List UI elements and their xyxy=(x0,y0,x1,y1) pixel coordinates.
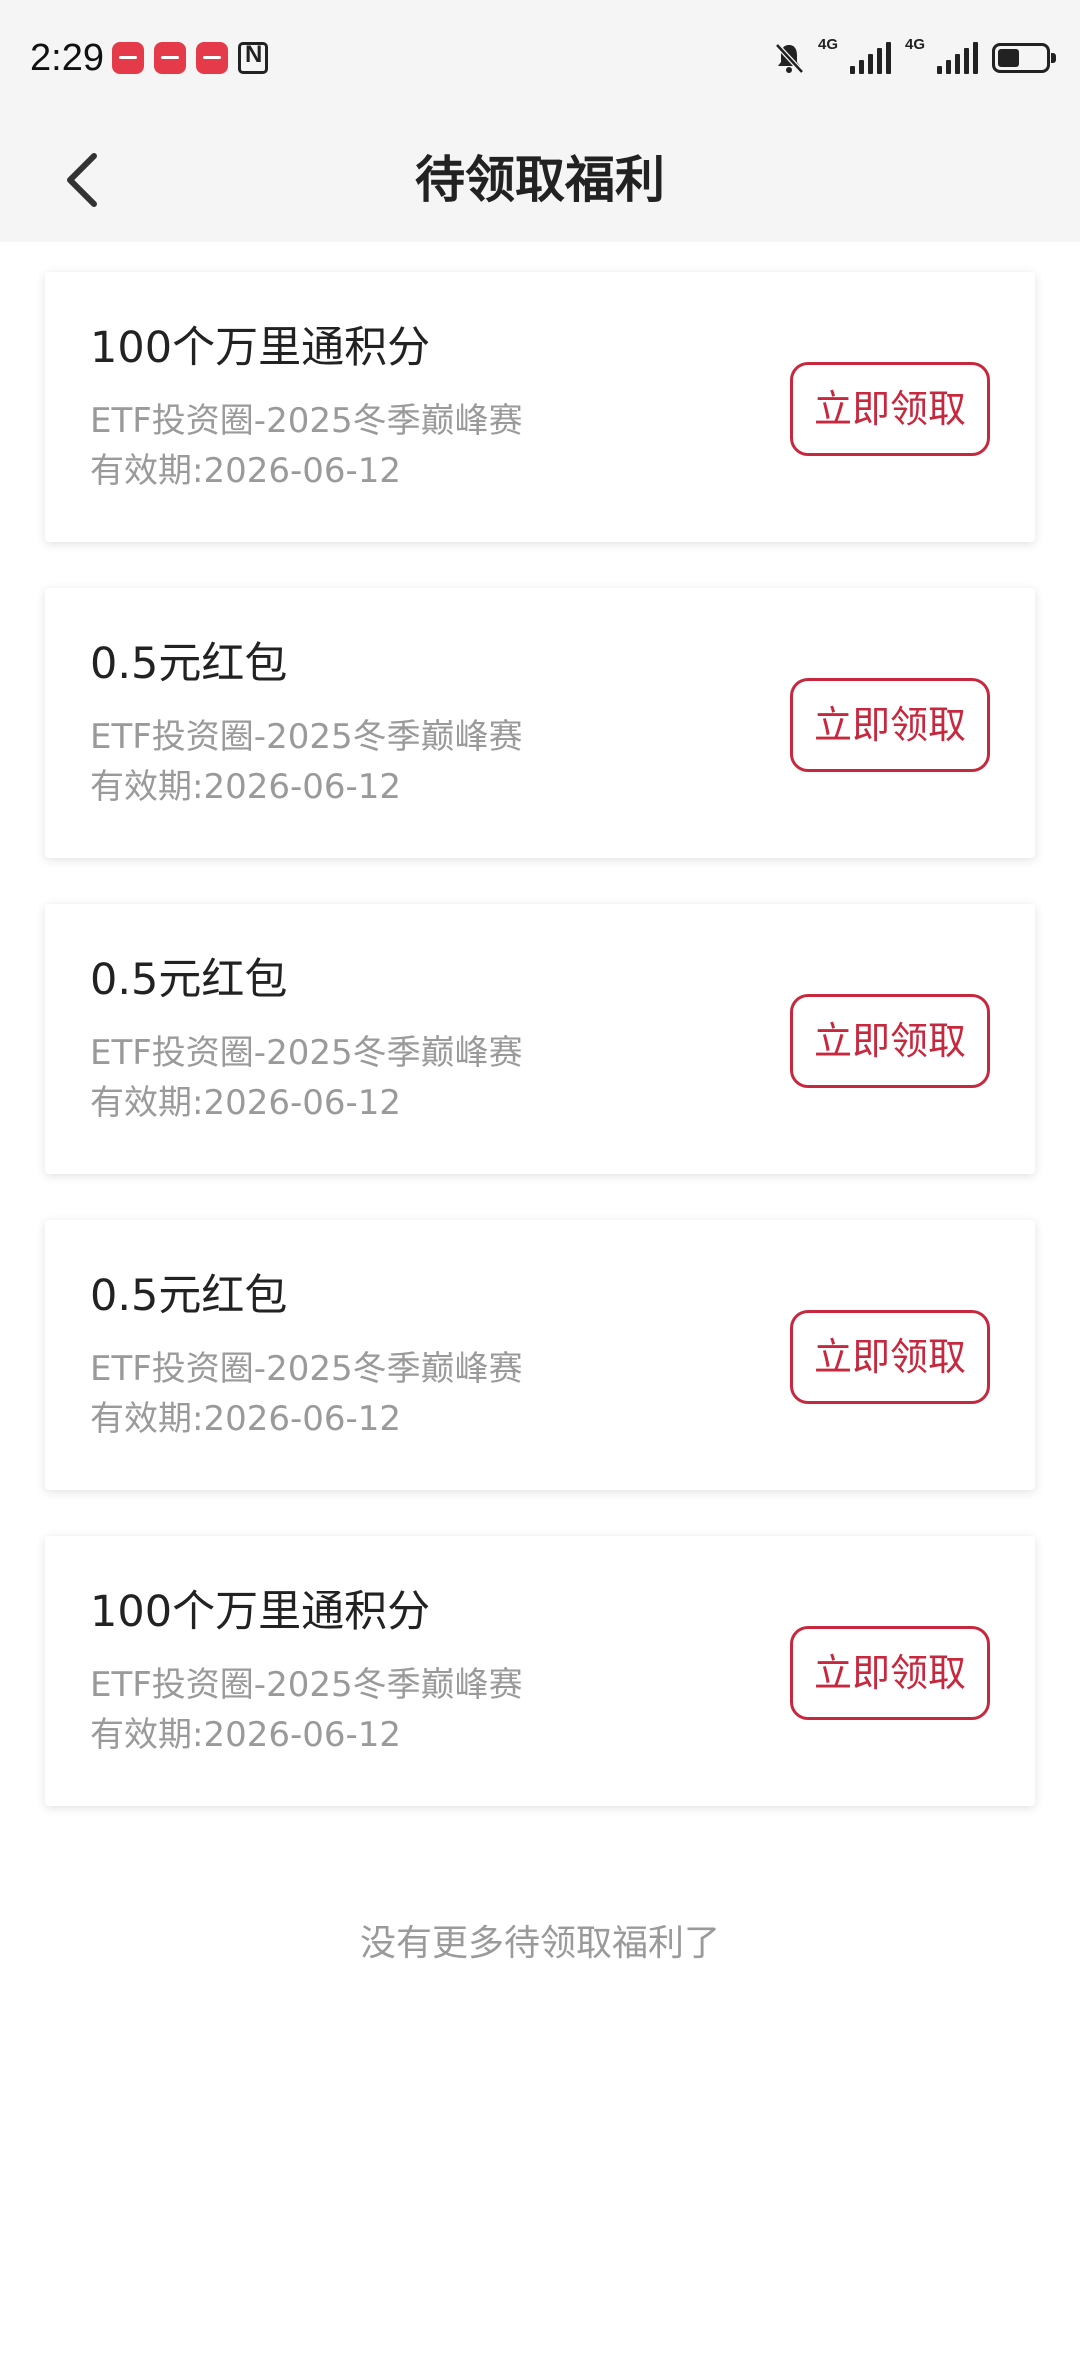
signal-icon: 4G xyxy=(905,36,978,74)
claim-button[interactable]: 立即领取 xyxy=(790,1310,990,1404)
reward-title: 0.5元红包 xyxy=(90,639,288,689)
app-notification-icon xyxy=(154,42,186,74)
signal-icon: 4G xyxy=(818,36,891,74)
reward-card: 0.5元红包 ETF投资圈-2025冬季巅峰赛 有效期:2026-06-12 立… xyxy=(45,588,1035,858)
battery-icon xyxy=(992,43,1056,73)
reward-card: 0.5元红包 ETF投资圈-2025冬季巅峰赛 有效期:2026-06-12 立… xyxy=(45,1220,1035,1490)
reward-expiry: 有效期:2026-06-12 xyxy=(90,1083,402,1123)
reward-card: 0.5元红包 ETF投资圈-2025冬季巅峰赛 有效期:2026-06-12 立… xyxy=(45,904,1035,1174)
reward-expiry: 有效期:2026-06-12 xyxy=(90,767,402,807)
system-icons: 4G 4G xyxy=(774,36,1056,78)
battery-level xyxy=(998,49,1019,67)
reward-card: 100个万里通积分 ETF投资圈-2025冬季巅峰赛 有效期:2026-06-1… xyxy=(45,272,1035,542)
reward-expiry: 有效期:2026-06-12 xyxy=(90,1399,402,1439)
claim-button[interactable]: 立即领取 xyxy=(790,678,990,772)
reward-title: 100个万里通积分 xyxy=(90,323,431,373)
reward-source: ETF投资圈-2025冬季巅峰赛 xyxy=(90,401,523,441)
page-title: 待领取福利 xyxy=(415,151,665,209)
notification-icons xyxy=(112,40,268,76)
reward-title: 0.5元红包 xyxy=(90,955,288,1005)
nfc-icon xyxy=(238,41,268,74)
app-notification-icon xyxy=(112,42,144,74)
claim-button[interactable]: 立即领取 xyxy=(790,1626,990,1720)
reward-list: 100个万里通积分 ETF投资圈-2025冬季巅峰赛 有效期:2026-06-1… xyxy=(45,272,1035,1852)
reward-title: 0.5元红包 xyxy=(90,1271,288,1321)
reward-source: ETF投资圈-2025冬季巅峰赛 xyxy=(90,1665,523,1705)
reward-title: 100个万里通积分 xyxy=(90,1587,431,1637)
reward-expiry: 有效期:2026-06-12 xyxy=(90,451,402,491)
reward-source: ETF投资圈-2025冬季巅峰赛 xyxy=(90,1033,523,1073)
claim-button[interactable]: 立即领取 xyxy=(790,994,990,1088)
header-bar: 待领取福利 xyxy=(0,118,1080,242)
claim-button[interactable]: 立即领取 xyxy=(790,362,990,456)
reward-source: ETF投资圈-2025冬季巅峰赛 xyxy=(90,1349,523,1389)
status-time: 2:29 xyxy=(30,37,104,79)
reward-source: ETF投资圈-2025冬季巅峰赛 xyxy=(90,717,523,757)
no-more-rewards-note: 没有更多待领取福利了 xyxy=(359,1923,720,1964)
reward-expiry: 有效期:2026-06-12 xyxy=(90,1715,402,1755)
network-type-label: 4G xyxy=(905,36,926,53)
network-type-label: 4G xyxy=(818,36,839,53)
bell-off-icon xyxy=(775,43,804,74)
reward-card: 100个万里通积分 ETF投资圈-2025冬季巅峰赛 有效期:2026-06-1… xyxy=(45,1536,1035,1806)
app-notification-icon xyxy=(196,42,228,74)
status-bar: 2:29 4G 4G xyxy=(0,0,1080,118)
